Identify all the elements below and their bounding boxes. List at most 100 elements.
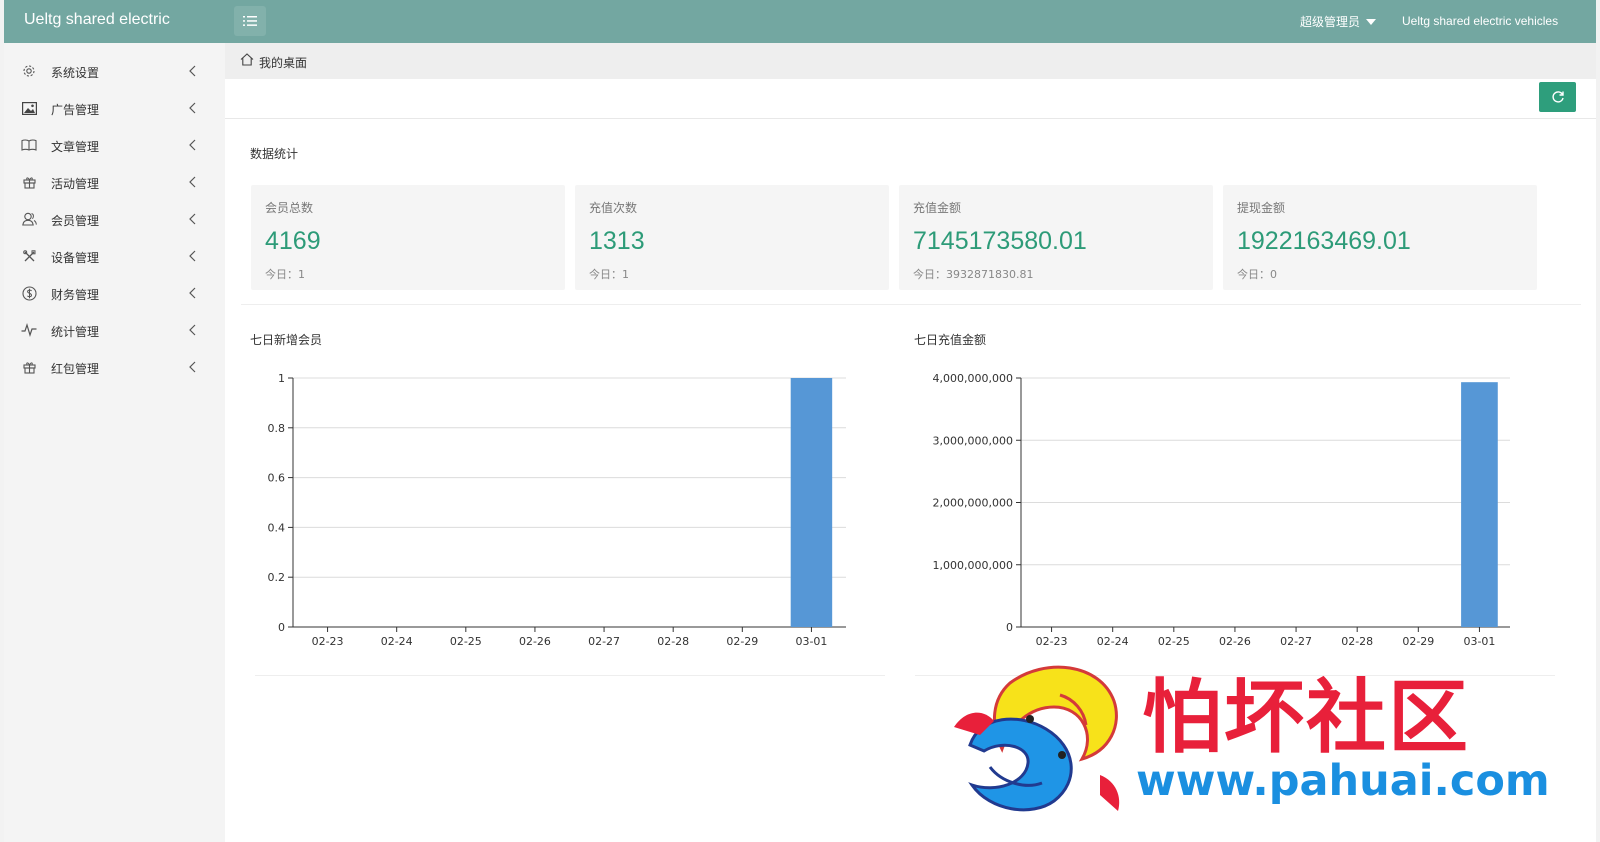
top-header: Ueltg shared electric 超级管理员 Ueltg shared…: [4, 0, 1596, 43]
x-tick-label: 02-25: [450, 635, 482, 648]
x-tick-label: 03-01: [1463, 635, 1495, 648]
sidebar-item-label: 财务管理: [51, 288, 100, 302]
image-icon: [21, 100, 37, 116]
home-icon[interactable]: [240, 53, 254, 66]
gift-icon: [21, 174, 37, 190]
stats-section-title: 数据统计: [250, 147, 299, 161]
user-menu[interactable]: 超级管理员: [1300, 13, 1377, 30]
y-tick-label: 1: [278, 372, 285, 385]
x-tick-label: 02-23: [1036, 635, 1068, 648]
chevron-left-icon: [189, 176, 196, 188]
stat-today: 今日：1: [265, 268, 305, 281]
sidebar-item-activities[interactable]: 活动管理: [4, 164, 225, 201]
users-icon: [21, 211, 37, 227]
y-tick-label: 3,000,000,000: [933, 434, 1013, 447]
y-tick-label: 0: [1006, 621, 1013, 634]
stat-card-recharge-count: 充值次数 1313 今日：1: [575, 185, 889, 290]
stat-label: 会员总数: [265, 201, 314, 215]
sidebar-item-label: 系统设置: [51, 66, 100, 80]
sidebar-item-statistics[interactable]: 统计管理: [4, 312, 225, 349]
sidebar-item-articles[interactable]: 文章管理: [4, 127, 225, 164]
x-tick-label: 02-29: [726, 635, 758, 648]
stat-label: 充值次数: [589, 201, 638, 215]
user-name: 超级管理员: [1300, 15, 1361, 29]
sidebar-item-members[interactable]: 会员管理: [4, 201, 225, 238]
chevron-left-icon: [189, 102, 196, 114]
chart-svg: 0 0.2 0.4 0.6 0.8 1 02-23 02-24 02-25 02-26 02-27 0…: [268, 372, 846, 648]
sidebar-item-label: 设备管理: [51, 251, 100, 265]
toolbar-divider: [225, 118, 1596, 119]
sidebar-item-finance[interactable]: 财务管理: [4, 275, 225, 312]
y-tick-label: 0.6: [268, 472, 286, 485]
x-tick-label: 02-28: [1341, 635, 1373, 648]
stat-value: 7145173580.01: [913, 227, 1087, 255]
bar: [790, 378, 833, 627]
chart-svg: 0 1,000,000,000 2,000,000,000 3,000,000,000…: [933, 372, 1510, 648]
x-tick-label: 02-29: [1402, 635, 1434, 648]
gear-icon: [21, 63, 37, 79]
x-tick-label: 02-27: [588, 635, 620, 648]
y-tick-label: 0.8: [268, 422, 286, 435]
y-tick-label: 4,000,000,000: [933, 372, 1013, 385]
chart-recharge-amount: 0 1,000,000,000 2,000,000,000 3,000,000,000…: [905, 366, 1545, 656]
x-tick-label: 02-24: [381, 635, 413, 648]
stat-card-recharge-amount: 充值金额 7145173580.01 今日：3932871830.81: [899, 185, 1213, 290]
sidebar-item-system-settings[interactable]: 系统设置: [4, 53, 225, 90]
gift-icon: [21, 359, 37, 375]
breadcrumb-current[interactable]: 我的桌面: [259, 54, 307, 71]
y-tick-label: 2,000,000,000: [933, 497, 1013, 510]
x-tick-label: 02-27: [1280, 635, 1312, 648]
stat-value: 1313: [589, 227, 645, 255]
chart-new-members: 0 0.2 0.4 0.6 0.8 1 02-23 02-24 02-25 02-26 02-27 0…: [250, 366, 890, 656]
y-tick-label: 1,000,000,000: [933, 559, 1013, 572]
sidebar-item-ads[interactable]: 广告管理: [4, 90, 225, 127]
refresh-button[interactable]: [1539, 82, 1576, 112]
chart-title-new-members: 七日新增会员: [250, 333, 323, 347]
chart-title-recharge-amount: 七日充值金额: [914, 333, 987, 347]
watermark-title: 怕坏社区: [1142, 671, 1470, 764]
pulse-icon: [21, 322, 37, 338]
sidebar-item-devices[interactable]: 设备管理: [4, 238, 225, 275]
watermark-url: www.pahuai.com: [1136, 756, 1550, 806]
stat-today: 今日：1: [589, 268, 629, 281]
sidebar-item-label: 文章管理: [51, 140, 100, 154]
sidebar: 系统设置 广告管理 文章管理 活动管理 会员管理 设备管理 财务管理 统计管理 …: [4, 43, 225, 842]
x-tick-label: 02-25: [1158, 635, 1190, 648]
stats-divider: [241, 304, 1581, 305]
chevron-left-icon: [189, 361, 196, 373]
bar: [1461, 382, 1498, 627]
stat-card-members: 会员总数 4169 今日：1: [251, 185, 565, 290]
sidebar-item-red-packets[interactable]: 红包管理: [4, 349, 225, 386]
chevron-left-icon: [189, 213, 196, 225]
list-icon: [243, 16, 257, 26]
site-link[interactable]: Ueltg shared electric vehicles: [1402, 14, 1558, 28]
menu-toggle-button[interactable]: [234, 6, 266, 36]
stat-today: 今日：0: [1237, 268, 1277, 281]
chevron-left-icon: [189, 65, 196, 77]
y-tick-label: 0.4: [268, 521, 286, 534]
sidebar-item-label: 红包管理: [51, 362, 100, 376]
x-tick-label: 02-28: [657, 635, 689, 648]
chevron-left-icon: [189, 324, 196, 336]
stat-card-withdraw-amount: 提现金额 1922163469.01 今日：0: [1223, 185, 1537, 290]
refresh-icon: [1551, 91, 1564, 103]
x-tick-label: 03-01: [795, 635, 827, 648]
x-tick-label: 02-24: [1097, 635, 1129, 648]
breadcrumb: 我的桌面: [225, 43, 1596, 79]
watermark: 怕坏社区 www.pahuai.com: [950, 655, 1570, 825]
app-logo[interactable]: Ueltg shared electric: [24, 11, 170, 29]
stat-today: 今日：3932871830.81: [913, 268, 1034, 281]
chevron-left-icon: [189, 250, 196, 262]
sidebar-item-label: 会员管理: [51, 214, 100, 228]
stat-label: 充值金额: [913, 201, 962, 215]
x-tick-label: 02-26: [1219, 635, 1251, 648]
sidebar-item-label: 统计管理: [51, 325, 100, 339]
stat-label: 提现金额: [1237, 201, 1286, 215]
sidebar-item-label: 广告管理: [51, 103, 100, 117]
sidebar-item-label: 活动管理: [51, 177, 100, 191]
stat-value: 1922163469.01: [1237, 227, 1411, 255]
tools-icon: [21, 248, 37, 264]
chevron-left-icon: [189, 139, 196, 151]
fish-logo: [954, 665, 1120, 812]
caret-down-icon: [1366, 18, 1377, 25]
